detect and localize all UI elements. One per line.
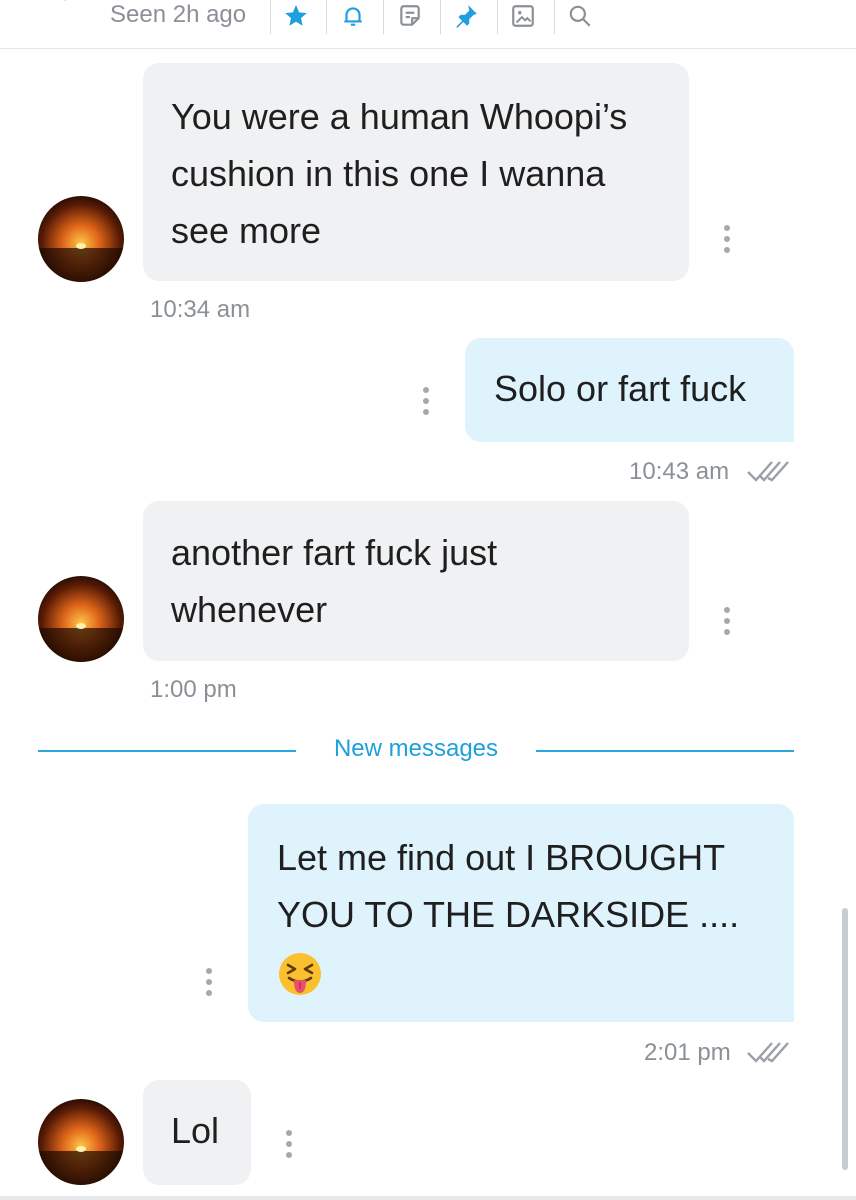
message-bubble[interactable]: another fart fuck just whenever [143,501,689,661]
avatar[interactable] [38,576,124,662]
message-time: 1:00 pm [150,676,237,703]
last-seen-status: Seen 2h ago [110,1,247,28]
message-text: Solo or fart fuck [494,368,747,409]
bell-icon[interactable] [335,2,371,30]
message-bubble[interactable]: Solo or fart fuck [465,338,794,442]
message-time: 2:01 pm [644,1039,731,1066]
message-options-icon[interactable] [723,607,731,635]
image-icon[interactable] [505,2,541,30]
message-time: 10:43 am [629,458,730,485]
note-icon[interactable] [392,2,428,30]
divider-line [38,750,296,752]
double-check-icon [747,1042,789,1063]
message-bubble[interactable]: Let me find out I BROUGHT YOU TO THE DAR… [248,804,794,1022]
header-separator [383,0,384,34]
squinting-face-with-tongue-emoji [279,953,321,996]
pin-icon[interactable] [448,2,484,30]
message-text: Let me find out I BROUGHT YOU TO THE DAR… [277,837,740,935]
divider-line [536,750,794,752]
header-separator [270,0,271,34]
message-options-icon[interactable] [422,387,430,415]
avatar[interactable] [38,196,124,282]
header-separator [554,0,555,34]
header-separator [440,0,441,34]
new-messages-divider: New messages [333,735,499,762]
message-bubble[interactable]: You were a human Whoopi’s cushion in thi… [143,63,689,281]
message-time: 10:34 am [150,296,251,323]
header-separator [497,0,498,34]
message-options-icon[interactable] [723,225,731,253]
header-separator [326,0,327,34]
back-arrow-icon[interactable] [50,0,76,4]
message-options-icon[interactable] [285,1130,293,1158]
bottom-divider [0,1196,856,1200]
message-text: Lol [171,1110,220,1151]
double-check-icon [747,461,789,482]
message-text: another fart fuck just whenever [171,532,498,630]
search-icon[interactable] [562,2,598,30]
message-text: You were a human Whoopi’s cushion in thi… [171,96,628,251]
scrollbar[interactable] [842,908,848,1170]
message-bubble[interactable]: Lol [143,1080,251,1185]
message-options-icon[interactable] [205,968,213,996]
chevron-down-icon[interactable] [790,0,814,6]
chat-header: Seen 2h ago [0,0,856,49]
star-icon[interactable] [278,2,314,30]
avatar[interactable] [38,1099,124,1185]
